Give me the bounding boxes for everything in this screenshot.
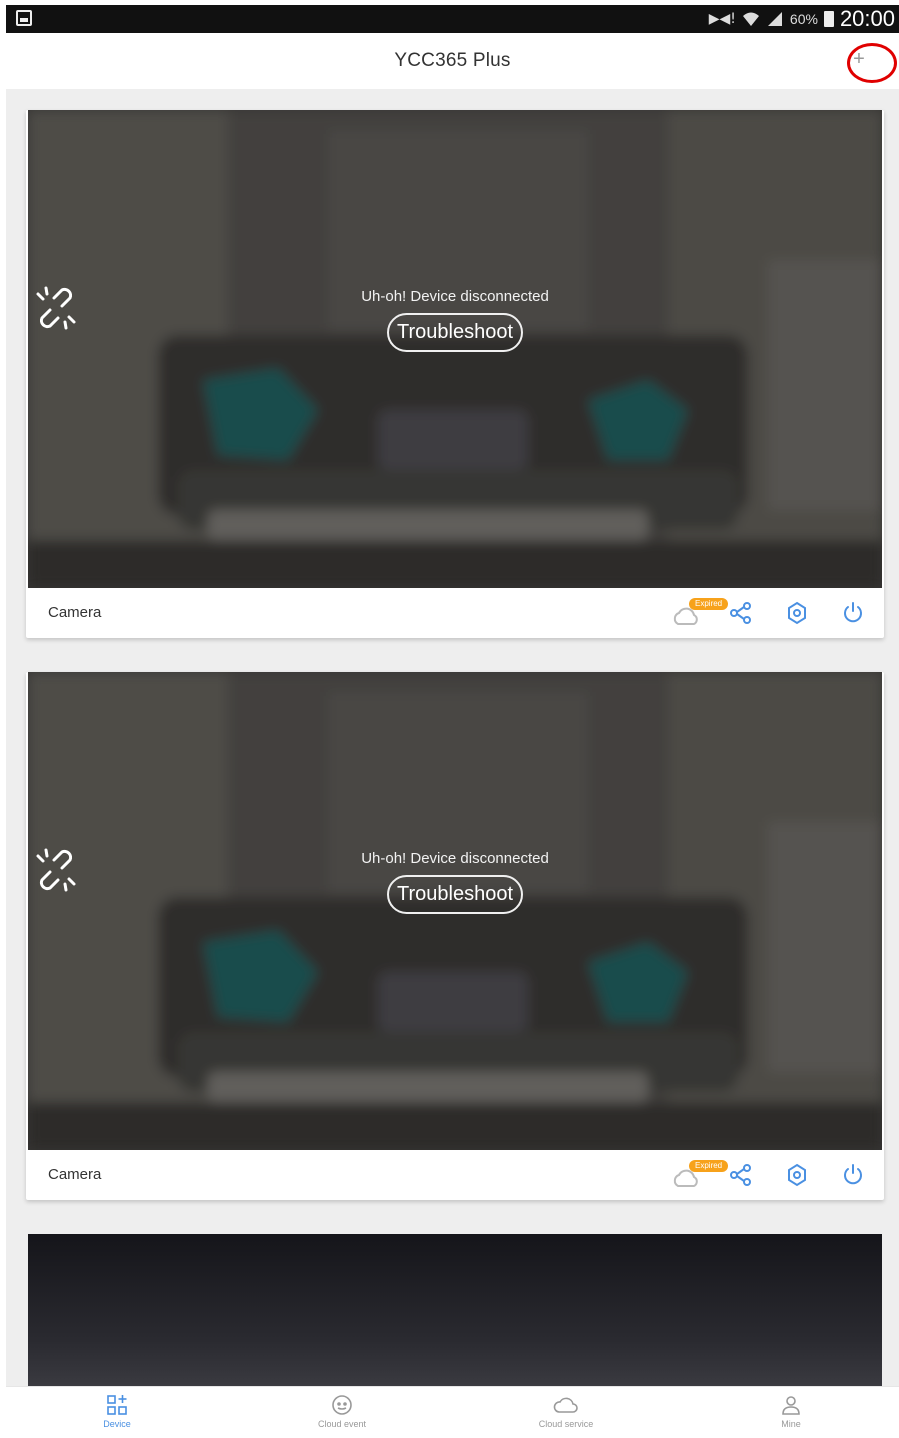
person-icon: [782, 1396, 800, 1415]
tab-mine[interactable]: Mine: [736, 1393, 846, 1429]
troubleshoot-button[interactable]: Troubleshoot: [387, 313, 523, 352]
camera-name: Camera: [48, 604, 102, 621]
card-footer: Camera Expired: [26, 588, 884, 638]
cloud-event-icon: [332, 1395, 352, 1415]
app-bar: YCC365 Plus +: [6, 33, 899, 90]
screenshot-icon: [16, 10, 32, 26]
device-card: Uh-oh! Device disconnected Troubleshoot …: [26, 110, 884, 638]
camera-name: Camera: [48, 1166, 102, 1183]
expired-badge: Expired: [689, 598, 729, 610]
broken-link-icon: [36, 286, 76, 330]
broken-link-icon: [36, 848, 76, 892]
share-icon[interactable]: [728, 1162, 754, 1188]
cloud-service-icon: [553, 1397, 578, 1413]
page-title: YCC365 Plus: [394, 50, 511, 71]
battery-icon: [823, 11, 834, 27]
expired-badge: Expired: [689, 1160, 729, 1172]
share-icon[interactable]: [728, 600, 754, 626]
tab-label: Cloud service: [538, 1419, 594, 1429]
device-list[interactable]: Uh-oh! Device disconnected Troubleshoot …: [6, 90, 899, 1386]
cloud-storage-button[interactable]: Expired: [671, 1160, 731, 1190]
tab-cloud-event[interactable]: Cloud event: [287, 1393, 397, 1429]
disconnected-overlay: Uh-oh! Device disconnected Troubleshoot: [28, 842, 882, 914]
status-message: Uh-oh! Device disconnected: [361, 850, 549, 867]
signal-indicator: ▶◀!: [708, 11, 736, 27]
tab-label: Cloud event: [317, 1419, 367, 1429]
bottom-nav: Device Cloud event Cloud service Mine: [6, 1386, 899, 1438]
cell-signal-icon: [767, 12, 782, 26]
status-indicators: ▶◀! 60% 20:00: [709, 6, 895, 32]
cloud-storage-button[interactable]: Expired: [671, 598, 731, 628]
device-icon: [107, 1395, 127, 1415]
wifi-icon: [742, 12, 759, 26]
camera-preview[interactable]: Uh-oh! Device disconnected Troubleshoot: [28, 672, 882, 1150]
camera-preview[interactable]: Uh-oh! Device disconnected Troubleshoot: [28, 110, 882, 588]
battery-percent: 60%: [789, 11, 818, 27]
tab-cloud-service[interactable]: Cloud service: [511, 1393, 621, 1429]
power-icon[interactable]: [840, 600, 866, 626]
clock: 20:00: [839, 6, 895, 31]
status-message: Uh-oh! Device disconnected: [361, 288, 549, 305]
tab-label: Device: [103, 1419, 131, 1429]
camera-preview-dark[interactable]: [28, 1234, 882, 1386]
troubleshoot-button[interactable]: Troubleshoot: [387, 875, 523, 914]
device-card: Uh-oh! Device disconnected Troubleshoot …: [26, 672, 884, 1200]
card-footer: Camera Expired: [26, 1150, 884, 1200]
settings-icon[interactable]: [784, 1162, 810, 1188]
annotation-circle: [847, 43, 897, 83]
disconnected-overlay: Uh-oh! Device disconnected Troubleshoot: [28, 280, 882, 352]
tab-label: Mine: [781, 1419, 801, 1429]
status-bar: ▶◀! 60% 20:00: [6, 5, 899, 33]
power-icon[interactable]: [840, 1162, 866, 1188]
tab-device[interactable]: Device: [62, 1393, 172, 1429]
settings-icon[interactable]: [784, 600, 810, 626]
